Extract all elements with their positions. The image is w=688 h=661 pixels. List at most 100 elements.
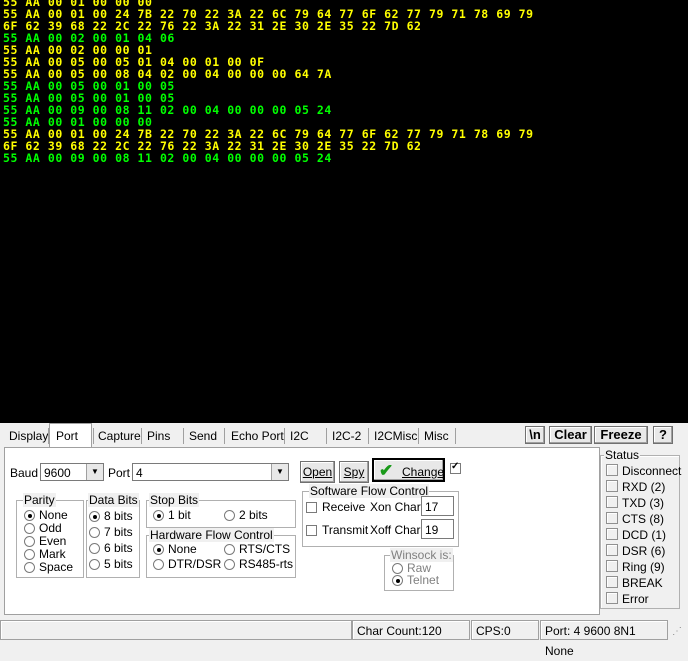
newline-button[interactable]: \n	[525, 426, 545, 444]
status-cts: CTS (8)	[606, 512, 664, 526]
help-button[interactable]: ?	[653, 426, 673, 444]
radio-icon[interactable]	[224, 544, 235, 555]
tab-port[interactable]: Port	[55, 427, 79, 445]
swflow-receive[interactable]: Receive	[306, 500, 365, 514]
radio-icon[interactable]	[89, 527, 100, 538]
radio-icon[interactable]	[153, 544, 164, 555]
hwflow-title: Hardware Flow Control	[149, 528, 274, 542]
option-label: Even	[39, 534, 67, 548]
xon-input[interactable]: 17	[421, 496, 454, 516]
led-icon	[606, 480, 618, 492]
checkbox-icon[interactable]	[306, 525, 317, 536]
radio-icon[interactable]	[24, 536, 35, 547]
databits-option-8[interactable]: 8 bits	[89, 509, 133, 523]
hwflow-option-rs485[interactable]: RS485-rts	[224, 557, 293, 571]
led-icon	[606, 496, 618, 508]
radio-icon[interactable]	[24, 510, 35, 521]
statusbar-port-info: Port: 4 9600 8N1 None	[540, 620, 668, 658]
status-ring: Ring (9)	[606, 560, 665, 574]
option-label: Odd	[39, 521, 62, 535]
option-label: 7 bits	[104, 525, 133, 539]
status-break: BREAK	[606, 576, 663, 590]
stopbits-option-2[interactable]: 2 bits	[224, 508, 268, 522]
radio-icon[interactable]	[24, 549, 35, 560]
port-select[interactable]: 4 ▼	[132, 463, 289, 481]
status-label: Error	[622, 592, 649, 606]
parity-title: Parity	[23, 493, 56, 507]
tab-pins[interactable]: Pins	[146, 427, 171, 445]
resize-grip-icon[interactable]: ⋰	[672, 626, 684, 638]
tab-send[interactable]: Send	[188, 427, 218, 445]
radio-icon[interactable]	[89, 511, 100, 522]
radio-icon[interactable]	[24, 523, 35, 534]
option-label: RTS/CTS	[239, 542, 291, 556]
parity-option-none[interactable]: None	[24, 508, 68, 522]
parity-option-odd[interactable]: Odd	[24, 521, 62, 535]
winsock-option-telnet[interactable]: Telnet	[392, 573, 439, 587]
tab-i2c-2[interactable]: I2C-2	[331, 427, 362, 445]
hwflow-option-rtscts[interactable]: RTS/CTS	[224, 542, 290, 556]
option-label: 1 bit	[168, 508, 191, 522]
change-button[interactable]: ✔ Change	[372, 458, 445, 482]
port-value: 4	[136, 466, 143, 480]
radio-icon[interactable]	[153, 559, 164, 570]
xon-label: Xon Char:	[370, 500, 425, 514]
option-label: 8 bits	[104, 509, 133, 523]
led-icon	[606, 576, 618, 588]
open-button[interactable]: Open	[300, 461, 335, 483]
swflow-title: Software Flow Control	[309, 484, 430, 498]
radio-icon[interactable]	[89, 543, 100, 554]
status-disconnect: Disconnect	[606, 464, 681, 478]
status-label: DSR (6)	[622, 544, 666, 558]
baud-select[interactable]: 9600 ▼	[40, 463, 104, 481]
led-icon	[606, 560, 618, 572]
parity-option-space[interactable]: Space	[24, 560, 73, 574]
chevron-down-icon[interactable]: ▼	[271, 464, 288, 480]
swflow-transmit[interactable]: Transmit	[306, 523, 368, 537]
radio-icon[interactable]	[24, 562, 35, 573]
databits-option-5[interactable]: 5 bits	[89, 557, 133, 571]
parity-option-even[interactable]: Even	[24, 534, 66, 548]
spy-button[interactable]: Spy	[339, 461, 369, 483]
status-title: Status	[604, 448, 641, 462]
led-icon	[606, 464, 618, 476]
tab-i2c[interactable]: I2C	[289, 427, 310, 445]
change-checkbox[interactable]	[450, 461, 461, 474]
tab-i2cmisc[interactable]: I2CMisc	[373, 427, 418, 445]
hwflow-option-dtrdsr[interactable]: DTR/DSR	[153, 557, 221, 571]
baud-value: 9600	[44, 466, 71, 480]
checkbox-icon[interactable]	[306, 502, 317, 513]
radio-icon[interactable]	[89, 559, 100, 570]
status-dcd: DCD (1)	[606, 528, 666, 542]
terminal-line: 55 AA 00 09 00 08 11 02 00 04 00 00 00 0…	[3, 151, 332, 165]
radio-icon[interactable]	[392, 575, 403, 586]
tab-capture[interactable]: Capture	[97, 427, 142, 445]
tab-display[interactable]: Display	[8, 427, 49, 445]
databits-option-7[interactable]: 7 bits	[89, 525, 133, 539]
status-error: Error	[606, 592, 649, 606]
option-label: Mark	[39, 547, 66, 561]
checkmark-icon: ✔	[379, 461, 394, 480]
radio-icon[interactable]	[224, 510, 235, 521]
stopbits-option-1[interactable]: 1 bit	[153, 508, 191, 522]
option-label: RS485-rts	[239, 557, 294, 571]
databits-option-6[interactable]: 6 bits	[89, 541, 133, 555]
status-txd: TXD (3)	[606, 496, 664, 510]
tab-echo-port[interactable]: Echo Port	[230, 427, 285, 445]
baud-label: Baud	[10, 466, 39, 480]
tab-misc[interactable]: Misc	[423, 427, 450, 445]
led-icon	[606, 512, 618, 524]
xoff-input[interactable]: 19	[421, 519, 454, 539]
status-dsr: DSR (6)	[606, 544, 665, 558]
status-label: CTS (8)	[622, 512, 664, 526]
option-label: DTR/DSR	[168, 557, 222, 571]
radio-icon[interactable]	[153, 510, 164, 521]
freeze-button[interactable]: Freeze	[594, 426, 648, 444]
statusbar-empty	[0, 620, 352, 640]
clear-button[interactable]: Clear	[549, 426, 592, 444]
radio-icon[interactable]	[224, 559, 235, 570]
parity-option-mark[interactable]: Mark	[24, 547, 66, 561]
terminal-output[interactable]: 55 AA 00 01 00 00 00 55 AA 00 01 00 24 7B…	[0, 0, 688, 423]
chevron-down-icon[interactable]: ▼	[86, 464, 103, 480]
hwflow-option-none[interactable]: None	[153, 542, 197, 556]
